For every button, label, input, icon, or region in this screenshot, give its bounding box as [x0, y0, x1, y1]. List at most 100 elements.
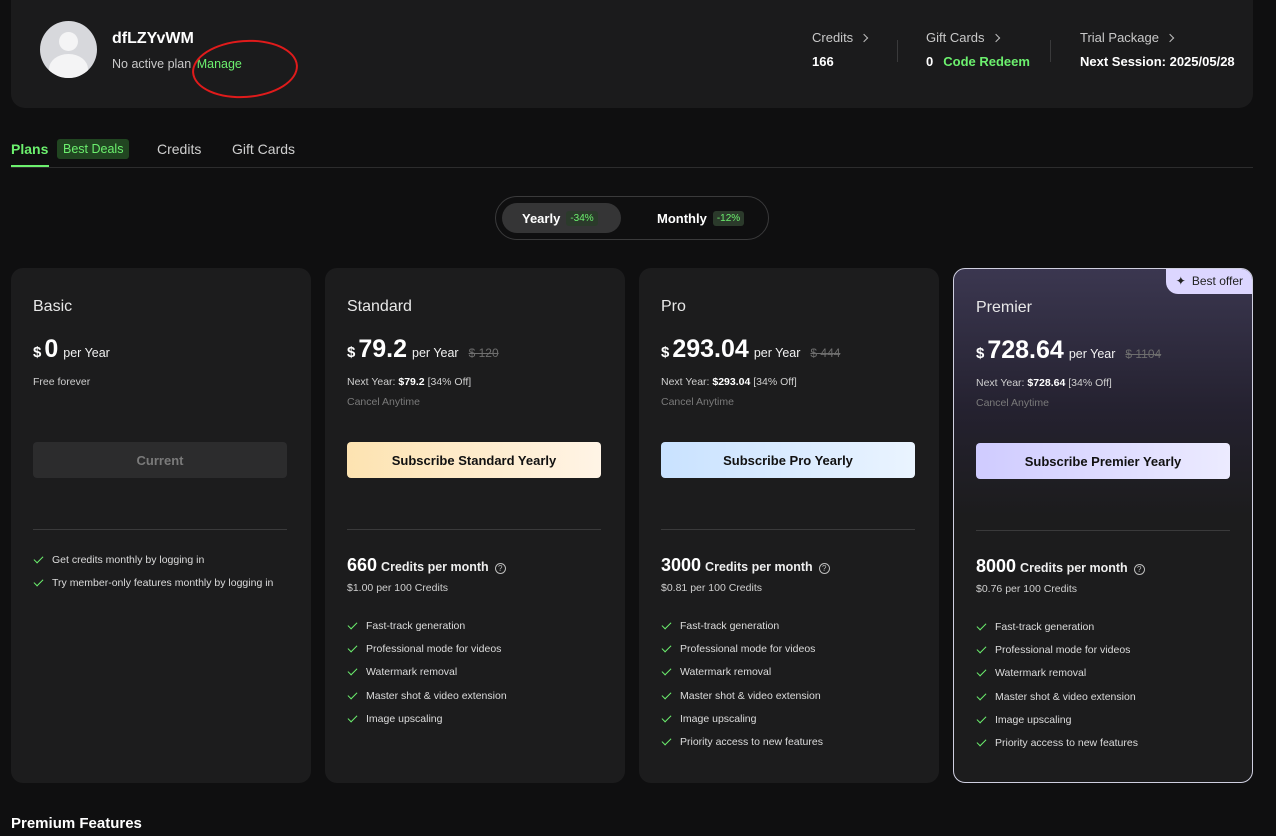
per-100-credits: $0.76 per 100 Credits	[976, 583, 1077, 595]
help-icon[interactable]: ?	[818, 563, 830, 574]
tab-plans[interactable]: Plans	[11, 141, 48, 157]
check-icon	[347, 619, 358, 630]
next-year-label: Next Year:	[976, 377, 1025, 389]
toggle-yearly-label: Yearly	[522, 210, 561, 226]
check-icon	[33, 553, 44, 564]
feature-item: Master shot & video extension	[347, 684, 601, 707]
credits-label: Credits per month	[1020, 561, 1128, 575]
price: 728.64	[987, 336, 1064, 364]
current-plan-button[interactable]: Current	[33, 442, 287, 478]
credits-amount: 8000	[976, 556, 1017, 576]
check-icon	[661, 665, 672, 676]
feature-item: Fast-track generation	[347, 614, 601, 637]
premium-features-heading: Premium Features	[11, 815, 142, 832]
next-year-price: Next Year: $728.64 [34% Off]	[976, 377, 1112, 389]
credits-amount: 660	[347, 555, 378, 575]
plan-card-standard: Standard $ 79.2 per Year $ 120 Next Year…	[325, 268, 625, 783]
feature-item: Image upscaling	[661, 707, 915, 730]
tab-credits[interactable]: Credits	[157, 141, 201, 157]
toggle-yearly[interactable]: Yearly -34%	[502, 203, 621, 233]
feature-text: Master shot & video extension	[366, 689, 507, 702]
credits-stat-label: Credits	[812, 30, 854, 45]
feature-item: Professional mode for videos	[661, 637, 915, 660]
feature-text: Get credits monthly by logging in	[52, 553, 205, 566]
card-divider	[33, 529, 287, 530]
check-icon	[976, 643, 987, 654]
feature-item: Master shot & video extension	[976, 685, 1230, 708]
next-year-off: [34% Off]	[427, 376, 472, 388]
price: 79.2	[358, 335, 408, 363]
subscribe-pro-button[interactable]: Subscribe Pro Yearly	[661, 442, 915, 478]
currency: $	[347, 344, 356, 361]
feature-list: Fast-track generation Professional mode …	[661, 614, 915, 754]
subscribe-standard-button[interactable]: Subscribe Standard Yearly	[347, 442, 601, 478]
code-redeem-link[interactable]: Code Redeem	[943, 54, 1030, 69]
next-year-amount: $728.64	[1027, 377, 1066, 389]
next-year-amount: $293.04	[712, 376, 751, 388]
check-icon	[661, 712, 672, 723]
toggle-monthly-label: Monthly	[657, 210, 707, 226]
feature-item: Watermark removal	[347, 661, 601, 684]
plan-card-premier: ✦ Best offer Premier $ 728.64 per Year $…	[953, 268, 1253, 783]
feature-text: Fast-track generation	[366, 619, 466, 632]
stat-divider	[1050, 40, 1051, 62]
credits-row: 8000 Credits per month ?	[976, 556, 1145, 577]
credits-label: Credits per month	[381, 560, 489, 574]
check-icon	[976, 620, 987, 631]
price-period: per Year	[1068, 347, 1116, 361]
plan-name: Pro	[661, 298, 686, 315]
cancel-anytime: Cancel Anytime	[976, 397, 1049, 409]
avatar[interactable]	[40, 21, 97, 78]
feature-text: Image upscaling	[680, 712, 757, 725]
trial-package-stat[interactable]: Trial Package Next Session: 2025/05/28	[1080, 30, 1235, 69]
username: dfLZYvWM	[112, 30, 194, 47]
feature-text: Master shot & video extension	[680, 689, 821, 702]
check-icon	[661, 735, 672, 746]
feature-text: Professional mode for videos	[995, 643, 1131, 656]
stat-divider	[897, 40, 898, 62]
feature-item: Image upscaling	[347, 707, 601, 730]
currency: $	[976, 345, 985, 362]
yearly-discount-badge: -34%	[566, 210, 598, 226]
check-icon	[347, 642, 358, 653]
feature-item: Fast-track generation	[661, 614, 915, 637]
credits-stat[interactable]: Credits 166	[812, 30, 869, 69]
next-year-label: Next Year:	[661, 376, 710, 388]
active-tab-indicator	[11, 165, 49, 167]
help-icon[interactable]: ?	[494, 563, 506, 574]
chevron-right-icon	[1165, 33, 1175, 42]
feature-text: Professional mode for videos	[680, 642, 816, 655]
next-year-amount: $79.2	[398, 376, 425, 388]
feature-text: Watermark removal	[366, 666, 458, 679]
gift-cards-stat[interactable]: Gift Cards 0 Code Redeem	[926, 30, 1030, 69]
trial-package-value: Next Session: 2025/05/28	[1080, 54, 1235, 69]
feature-item: Watermark removal	[976, 662, 1230, 685]
per-100-credits: $1.00 per 100 Credits	[347, 582, 448, 594]
toggle-monthly[interactable]: Monthly -12%	[637, 203, 764, 233]
card-divider	[347, 529, 601, 530]
feature-item: Image upscaling	[976, 708, 1230, 731]
price-row: $ 0 per Year	[33, 335, 110, 364]
feature-text: Fast-track generation	[995, 620, 1095, 633]
sparkle-icon: ✦	[1175, 274, 1186, 288]
avatar-body	[49, 54, 88, 78]
price-row: $ 728.64 per Year $ 1104	[976, 336, 1161, 365]
annotation-circle	[190, 36, 300, 102]
cancel-anytime: Cancel Anytime	[661, 396, 734, 408]
original-price: $ 120	[468, 346, 499, 360]
check-icon	[347, 712, 358, 723]
trial-package-label: Trial Package	[1080, 30, 1159, 45]
feature-text: Image upscaling	[995, 713, 1072, 726]
feature-text: Fast-track generation	[680, 619, 780, 632]
help-icon[interactable]: ?	[1133, 564, 1145, 575]
check-icon	[661, 619, 672, 630]
price-row: $ 293.04 per Year $ 444	[661, 335, 840, 364]
plan-name: Premier	[976, 299, 1033, 316]
best-offer-badge: ✦ Best offer	[1165, 269, 1252, 294]
tab-gift-cards[interactable]: Gift Cards	[232, 141, 295, 157]
plan-status-text: No active plan	[112, 57, 192, 71]
tab-bar: Plans Best Deals Credits Gift Cards	[11, 139, 1253, 168]
subscribe-premier-button[interactable]: Subscribe Premier Yearly	[976, 443, 1230, 479]
currency: $	[661, 344, 670, 361]
feature-list: Fast-track generation Professional mode …	[976, 615, 1230, 755]
